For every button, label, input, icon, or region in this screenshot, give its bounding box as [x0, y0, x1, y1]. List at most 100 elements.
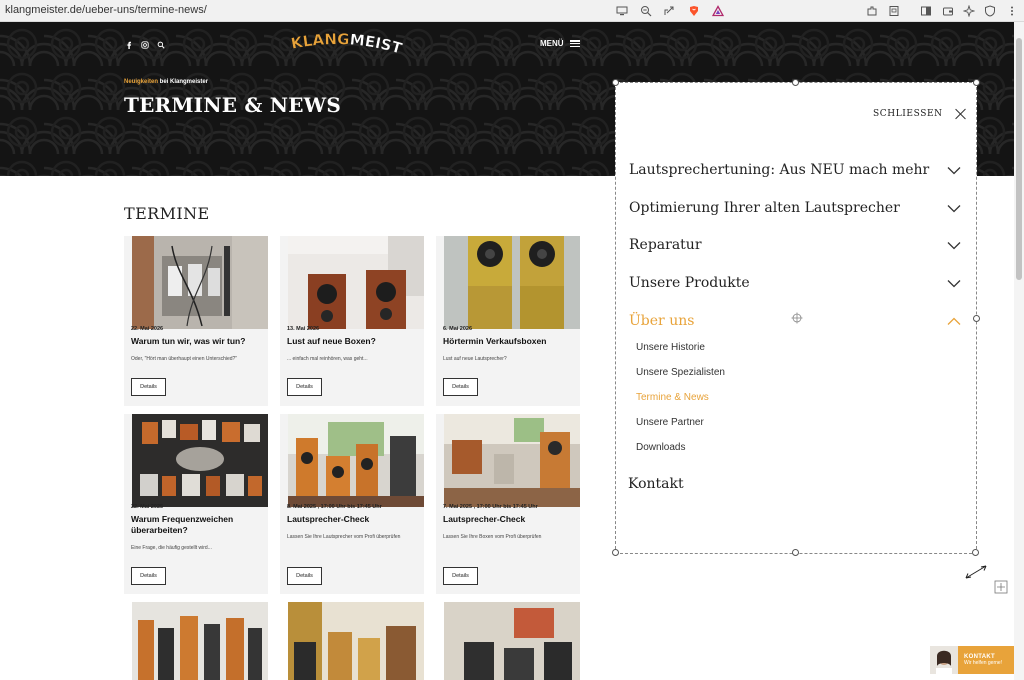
triangle-icon[interactable] — [710, 3, 726, 19]
fit-screen-icon[interactable] — [994, 580, 1008, 594]
card-date: 13. Mai 2026 — [287, 326, 320, 332]
menu-label: MENÜ — [540, 39, 564, 48]
close-menu-button[interactable]: SCHLIESSEN — [873, 108, 967, 120]
event-card[interactable]: 6. Mai 2026 Hörtermin Verkaufsboxen Lust… — [436, 236, 580, 406]
details-button[interactable]: Details — [131, 567, 166, 585]
card-image — [444, 414, 580, 507]
card-title[interactable]: Warum Frequenzweichen überarbeiten? — [131, 514, 263, 535]
screen-cast-icon[interactable] — [614, 3, 630, 19]
subnav-spezialisten[interactable]: Unsere Spezialisten — [636, 367, 725, 378]
browser-toolbar: klangmeister.de/ueber-uns/termine-news/ — [0, 0, 1024, 22]
resize-handle[interactable] — [612, 79, 619, 86]
contact-badge[interactable]: KONTAKT Wir helfen gerne! — [930, 646, 1014, 674]
nav-item-label: Optimierung Ihrer alten Lautsprecher — [629, 200, 900, 216]
hamburger-icon — [569, 40, 580, 47]
facebook-icon[interactable] — [124, 40, 133, 49]
nav-item-kontakt[interactable]: Kontakt — [628, 476, 684, 492]
close-label: SCHLIESSEN — [873, 109, 943, 119]
event-card[interactable] — [436, 602, 580, 680]
page-root: klangmeister.de/ueber-uns/termine-news/ — [0, 0, 1024, 680]
svg-text:KLANGMEISTER: KLANGMEISTER — [290, 31, 405, 58]
move-handle-icon[interactable] — [791, 312, 803, 324]
details-button[interactable]: Details — [287, 567, 322, 585]
event-card[interactable]: 13. Mai 2026 Lust auf neue Boxen? ... ei… — [280, 236, 424, 406]
subnav-downloads[interactable]: Downloads — [636, 442, 685, 453]
nav-item-reparatur[interactable]: Reparatur — [629, 237, 961, 253]
social-links — [124, 40, 165, 49]
details-button[interactable]: Details — [287, 378, 322, 396]
chevron-down-icon — [947, 166, 961, 174]
resize-handle[interactable] — [973, 79, 980, 86]
card-date: 7. Mai 2025 , 17:00 Uhr bis 17:45 Uhr — [443, 504, 538, 510]
avatar — [930, 646, 958, 674]
chevron-up-icon — [947, 317, 961, 325]
card-teaser: Lassen Sie Ihre Boxen vom Profi überprüf… — [443, 534, 542, 540]
extensions-icon[interactable] — [864, 3, 880, 19]
brave-icon[interactable] — [686, 3, 702, 19]
card-title[interactable]: Lautsprecher-Check — [287, 514, 419, 525]
more-icon[interactable] — [1004, 3, 1020, 19]
scrollbar-thumb[interactable] — [1016, 38, 1022, 280]
card-title[interactable]: Warum tun wir, was wir tun? — [131, 336, 263, 347]
pdf-icon[interactable] — [886, 3, 902, 19]
kicker-highlight: Neuigkeiten — [124, 79, 159, 85]
details-button[interactable]: Details — [443, 567, 478, 585]
card-image — [132, 236, 268, 329]
event-card[interactable] — [124, 602, 268, 680]
sidebar-icon[interactable] — [918, 3, 934, 19]
page-scrollbar[interactable] — [1014, 22, 1024, 680]
contact-badge-subtitle: Wir helfen gerne! — [964, 660, 1003, 666]
close-icon — [955, 108, 967, 120]
card-image — [288, 602, 424, 680]
resize-handle[interactable] — [792, 79, 799, 86]
resize-handle[interactable] — [612, 549, 619, 556]
card-image — [132, 602, 268, 680]
card-date: 22. Mai 2026 — [131, 326, 164, 332]
event-card[interactable]: 22. Mai 2026 Warum tun wir, was wir tun?… — [124, 236, 268, 406]
card-title[interactable]: Lust auf neue Boxen? — [287, 336, 419, 347]
card-image — [444, 602, 580, 680]
details-button[interactable]: Details — [131, 378, 166, 396]
address-bar[interactable]: klangmeister.de/ueber-uns/termine-news/ — [5, 4, 207, 16]
card-teaser: Lassen Sie Ihre Lautsprecher vom Profi ü… — [287, 534, 401, 540]
card-image — [132, 414, 268, 507]
card-teaser: Oder, "Hört man überhaupt einen Untersch… — [131, 356, 238, 362]
details-button[interactable]: Details — [443, 378, 478, 396]
ai-icon[interactable] — [961, 3, 977, 19]
event-card[interactable]: 7. Mai 2025 , 17:00 Uhr bis 17:45 Uhr La… — [436, 414, 580, 594]
nav-item-optimierung[interactable]: Optimierung Ihrer alten Lautsprecher — [629, 200, 961, 216]
event-card[interactable]: 22. Mai 2025 Warum Frequenzweichen übera… — [124, 414, 268, 594]
card-image — [288, 236, 424, 329]
subnav-historie[interactable]: Unsere Historie — [636, 342, 705, 353]
hero-kicker: Neuigkeiten bei Klangmeister — [124, 79, 208, 85]
nav-item-lautsprechertuning[interactable]: Lautsprechertuning: Aus NEU mach mehr — [629, 162, 961, 178]
event-card[interactable] — [280, 602, 424, 680]
card-date: 6. Mai 2026 — [443, 326, 473, 332]
wallet-icon[interactable] — [940, 3, 956, 19]
card-image — [444, 236, 580, 329]
subnav-partner[interactable]: Unsere Partner — [636, 417, 704, 428]
zoom-icon[interactable] — [638, 3, 654, 19]
page-title: TERMINE & NEWS — [124, 93, 341, 117]
nav-item-label: Lautsprechertuning: Aus NEU mach mehr — [629, 162, 930, 178]
section-title: TERMINE — [124, 204, 210, 223]
search-icon[interactable] — [156, 40, 165, 49]
card-teaser: Eine Frage, die häufig gestellt wird... — [131, 545, 212, 551]
instagram-icon[interactable] — [140, 40, 149, 49]
share-icon[interactable] — [661, 3, 677, 19]
card-title[interactable]: Lautsprecher-Check — [443, 514, 575, 525]
card-title[interactable]: Hörtermin Verkaufsboxen — [443, 336, 575, 347]
card-teaser: ... einfach mal reinhören, was geht... — [287, 356, 368, 362]
klangmeister-logo[interactable]: KLANGMEISTER — [290, 31, 406, 61]
card-teaser: Lust auf neue Lautsprecher? — [443, 356, 507, 362]
subnav-termine-news[interactable]: Termine & News — [636, 392, 709, 403]
resize-handle[interactable] — [973, 315, 980, 322]
nav-item-label: Über uns — [629, 313, 695, 329]
menu-button[interactable]: MENÜ — [540, 39, 580, 48]
vpn-icon[interactable] — [982, 3, 998, 19]
chevron-down-icon — [947, 241, 961, 249]
event-card[interactable]: 8. Mai 2025 , 17:00 Uhr bis 17:45 Uhr La… — [280, 414, 424, 594]
resize-handle[interactable] — [972, 549, 979, 556]
nav-item-produkte[interactable]: Unsere Produkte — [629, 275, 961, 291]
resize-handle[interactable] — [792, 549, 799, 556]
